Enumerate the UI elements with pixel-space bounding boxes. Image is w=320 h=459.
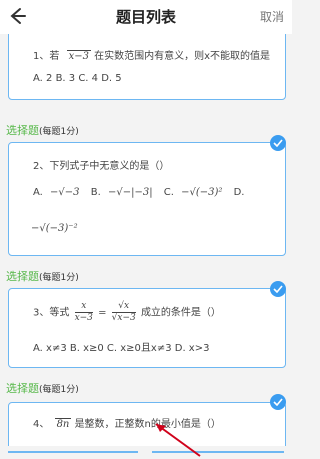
selected-check-icon[interactable] — [270, 394, 286, 410]
selected-check-icon[interactable] — [270, 135, 286, 151]
sqrt-expression: 8n — [54, 418, 72, 430]
question-card-3[interactable]: 3、等式 x x−3 = √x √x−3 成立的条件是（） A. x≠3 B. … — [8, 288, 286, 368]
bottom-bar-segment — [8, 451, 138, 453]
question-2-text: 2、下列式子中无意义的是（） — [33, 161, 170, 172]
question-card-1[interactable]: 1、若 x−3 在实数范围内有意义，则x不能取的值是 A. 2 B. 3 C. … — [8, 34, 286, 100]
question-3-text: 3、等式 x x−3 = √x √x−3 成立的条件是（） — [33, 301, 221, 323]
selected-check-icon[interactable] — [270, 281, 286, 297]
question-list[interactable]: 1、若 x−3 在实数范围内有意义，则x不能取的值是 A. 2 B. 3 C. … — [0, 34, 292, 459]
fraction-lhs: x x−3 — [74, 301, 93, 323]
fraction-rhs: √x √x−3 — [111, 301, 136, 323]
question-1-text: 1、若 x−3 在实数范围内有意义，则x不能取的值是 — [33, 50, 271, 62]
section-label: 选择题(每题1分) — [6, 124, 79, 137]
section-label: 选择题(每题1分) — [6, 270, 79, 283]
section-label: 选择题(每题1分) — [6, 382, 79, 395]
bottom-bar — [0, 446, 292, 459]
question-2-options: A. −√−3 B. −√−|−3| C. −√(−3)² D. — [33, 187, 245, 198]
question-1-options: A. 2 B. 3 C. 4 D. 5 — [33, 73, 122, 84]
annotation-arrow-icon — [148, 418, 208, 459]
header-bar: 题目列表 取消 — [0, 0, 292, 34]
question-2-option-d: −√(−3)⁻² — [31, 223, 78, 234]
sqrt-expression: x−3 — [66, 50, 91, 62]
cancel-button[interactable]: 取消 — [260, 8, 284, 25]
question-card-2[interactable]: 2、下列式子中无意义的是（） A. −√−3 B. −√−|−3| C. −√(… — [8, 142, 286, 256]
page-title: 题目列表 — [115, 8, 176, 26]
question-3-options: A. x≠3 B. x≥0 C. x≥0且x≠3 D. x>3 — [33, 343, 210, 354]
